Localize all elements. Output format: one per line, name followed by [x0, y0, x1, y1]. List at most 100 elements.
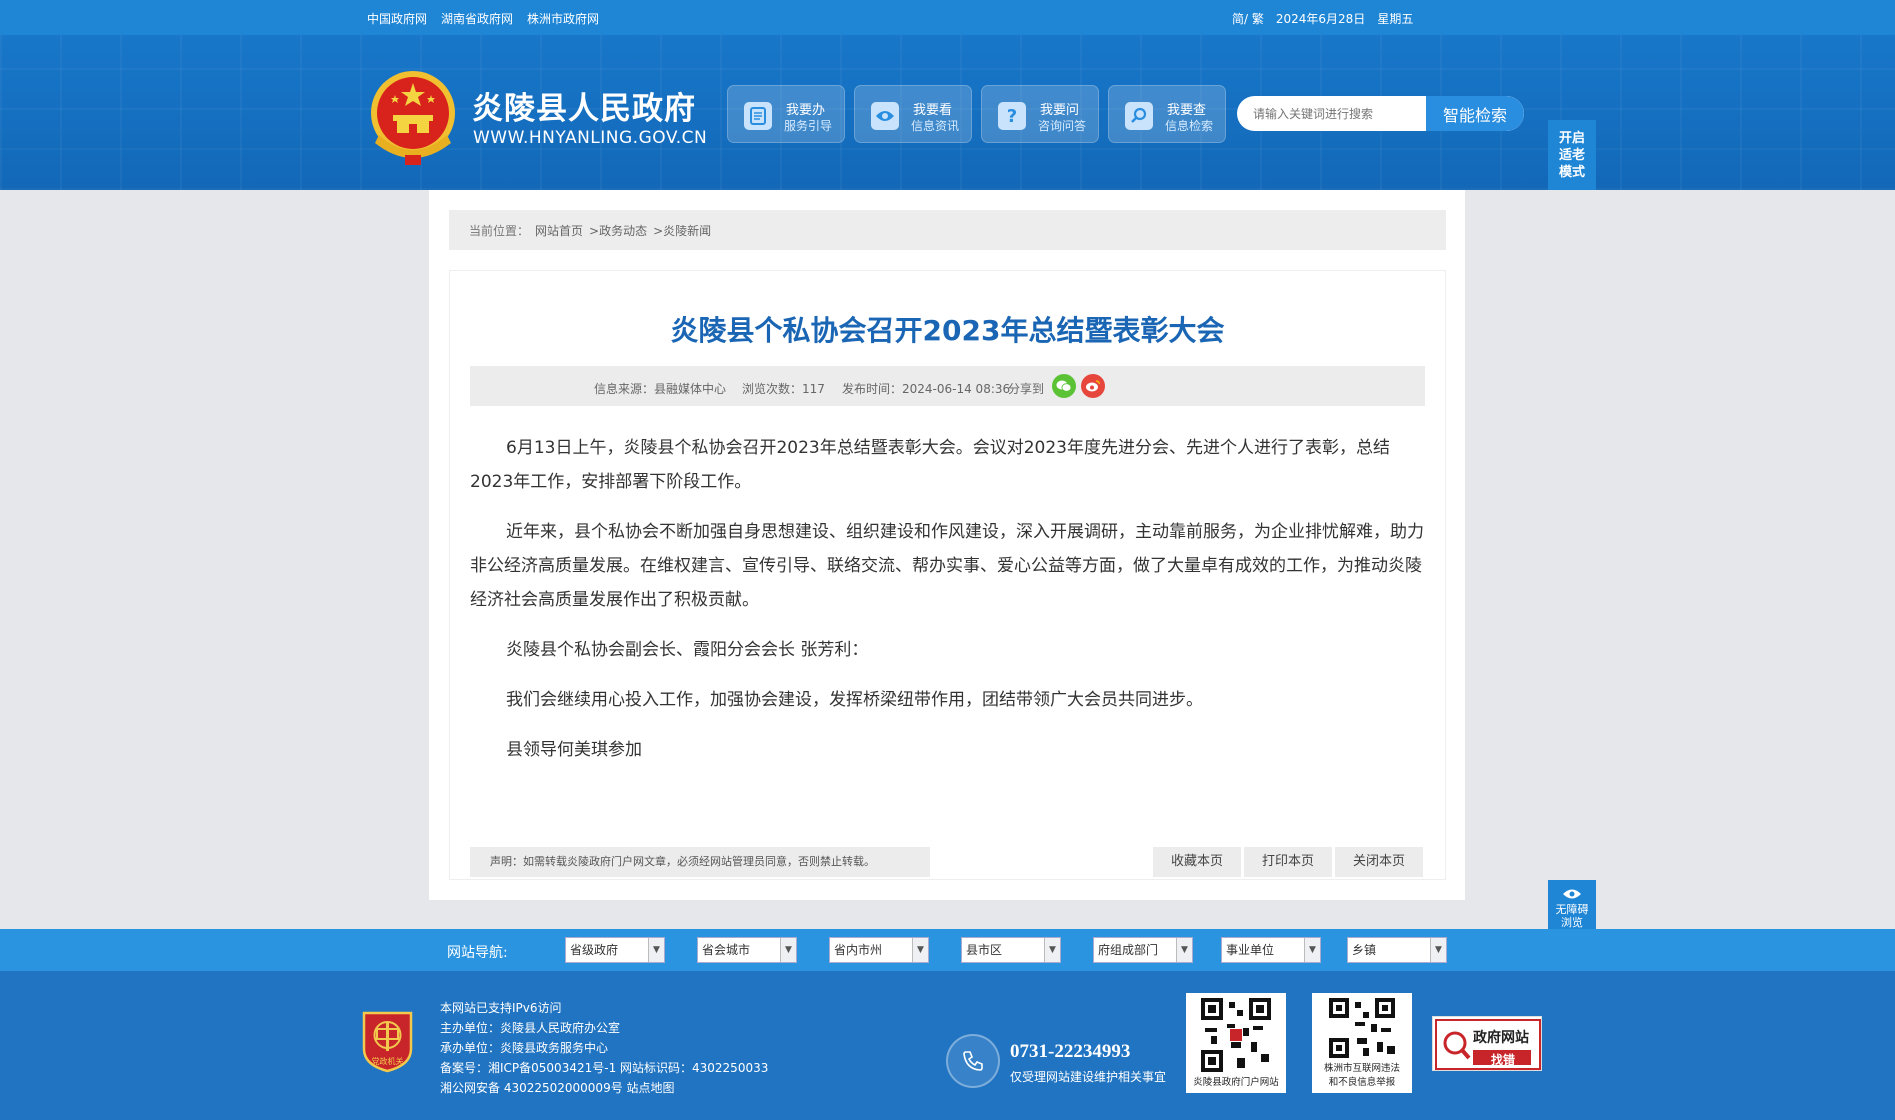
elder-mode-label: 适老	[1558, 148, 1585, 163]
search-input[interactable]	[1237, 96, 1427, 131]
service-apply-button[interactable]: 我要办 服务引导	[727, 85, 845, 143]
elder-mode-button[interactable]: 开启 适老 模式	[1548, 120, 1596, 190]
footer-nav-label: 网站导航:	[447, 945, 508, 961]
article-date: 发布时间：2024-06-14 08:36	[842, 382, 1011, 396]
select-value: 乡镇	[1352, 943, 1377, 957]
link-hunan-gov[interactable]: 湖南省政府网	[441, 10, 513, 27]
article-paragraph: 6月13日上午，炎陵县个私协会召开2023年总结暨表彰大会。会议对2023年度先…	[470, 438, 1390, 492]
breadcrumb: 当前位置： 网站首页 >政务动态 >炎陵新闻	[449, 210, 1446, 250]
service-view-button[interactable]: 我要看 信息资讯	[854, 85, 972, 143]
national-emblem-icon	[371, 71, 455, 165]
service-subtitle: 服务引导	[784, 119, 833, 133]
breadcrumb-affairs[interactable]: >政务动态	[589, 222, 647, 239]
service-subtitle: 信息资讯	[911, 119, 960, 133]
search-icon	[1125, 102, 1153, 130]
document-icon	[744, 102, 772, 130]
chevron-down-icon: ▼	[1304, 938, 1320, 962]
article-views: 浏览次数：117	[742, 382, 825, 396]
search-box: 智能检索	[1237, 96, 1524, 131]
site-title: 炎陵县人民政府	[472, 91, 696, 127]
header: 炎陵县人民政府 WWW.HNYANLING.GOV.CN 我要办 服务引导 我要…	[0, 35, 1895, 190]
chevron-down-icon: ▼	[648, 938, 664, 962]
qr-caption: 株洲市互联网违法 和不良信息举报	[1312, 1059, 1412, 1093]
bookmark-button[interactable]: 收藏本页	[1153, 847, 1241, 877]
footer-nav: 网站导航: 省级政府 ▼ 省会城市 ▼ 省内市州 ▼ 县市区 ▼ 府组成部门 ▼ 事业单位…	[0, 929, 1895, 971]
chevron-down-icon: ▼	[1044, 938, 1060, 962]
select-institutions[interactable]: 事业单位 ▼	[1221, 937, 1321, 963]
select-township[interactable]: 乡镇 ▼	[1347, 937, 1447, 963]
current-weekday: 星期五	[1377, 12, 1414, 26]
link-zhuzhou-gov[interactable]: 株洲市政府网	[527, 10, 599, 27]
accessibility-label: 无障碍	[1555, 903, 1589, 916]
elder-mode-label: 模式	[1558, 165, 1585, 180]
main-content: 当前位置： 网站首页 >政务动态 >炎陵新闻 炎陵县个私协会召开2023年总结暨…	[429, 190, 1465, 900]
footer: 党政机关 本网站已支持IPv6访问 主办单位：炎陵县人民政府办公室 承办单位：炎…	[0, 971, 1895, 1120]
chevron-down-icon: ▼	[912, 938, 928, 962]
select-capital-city[interactable]: 省会城市 ▼	[697, 937, 797, 963]
select-departments[interactable]: 府组成部门 ▼	[1093, 937, 1193, 963]
service-ask-button[interactable]: ? 我要问 咨询问答	[981, 85, 1099, 143]
eye-icon	[871, 102, 899, 130]
print-button[interactable]: 打印本页	[1244, 847, 1332, 877]
top-bar: 中国政府网 湖南省政府网 株洲市政府网 简/ 繁 2024年6月28日 星期五	[0, 0, 1895, 35]
article-paragraph: 县领导何美琪参加	[506, 740, 642, 760]
service-title: 我要看	[913, 103, 953, 118]
article-paragraph: 炎陵县个私协会副会长、霞阳分会会长 张芳利：	[506, 640, 869, 660]
qr-caption: 炎陵县政府门户网站	[1186, 1075, 1286, 1091]
service-title: 我要查	[1167, 103, 1207, 118]
weibo-share-icon[interactable]	[1081, 374, 1105, 398]
phone-icon	[946, 1034, 1000, 1088]
select-value: 省会城市	[702, 943, 751, 957]
service-subtitle: 信息检索	[1165, 119, 1214, 133]
wechat-share-icon[interactable]	[1052, 374, 1076, 398]
party-gov-badge-icon[interactable]: 党政机关	[360, 1009, 415, 1073]
service-search-button[interactable]: 我要查 信息检索	[1108, 85, 1226, 143]
chevron-down-icon: ▼	[1430, 938, 1446, 962]
find-error-title: 政府网站	[1473, 1030, 1529, 1046]
select-city[interactable]: 省内市州 ▼	[829, 937, 929, 963]
select-value: 事业单位	[1226, 943, 1275, 957]
chevron-down-icon: ▼	[780, 938, 796, 962]
chevron-down-icon: ▼	[1176, 938, 1192, 962]
select-value: 县市区	[966, 943, 1003, 957]
close-page-button[interactable]: 关闭本页	[1335, 847, 1423, 877]
current-date: 2024年6月28日	[1275, 12, 1366, 26]
breadcrumb-home[interactable]: 网站首页	[535, 222, 583, 239]
contact-phone: 0731-22234993	[1010, 1041, 1131, 1062]
service-title: 我要办	[786, 103, 826, 118]
top-links: 中国政府网 湖南省政府网 株洲市政府网	[367, 10, 599, 27]
site-domain: WWW.HNYANLING.GOV.CN	[473, 128, 708, 148]
article-title: 炎陵县个私协会召开2023年总结暨表彰大会	[670, 314, 1225, 347]
lang-switch[interactable]: 简/ 繁	[1232, 10, 1264, 27]
article-source: 信息来源：县融媒体中心	[594, 382, 727, 396]
find-error-label: 找错	[1491, 1053, 1516, 1067]
select-province-gov[interactable]: 省级政府 ▼	[565, 937, 665, 963]
select-value: 省级政府	[570, 943, 619, 957]
qr-caption-line: 和不良信息举报	[1328, 1077, 1396, 1088]
top-right: 简/ 繁 2024年6月28日 星期五	[1232, 10, 1413, 27]
badge-label: 党政机关	[372, 1056, 404, 1066]
find-error-button[interactable]: 政府网站 找错	[1432, 1016, 1542, 1071]
article-paragraph: 近年来，县个私协会不断加强自身思想建设、组织建设和作风建设，深入开展调研，主动靠…	[470, 522, 1424, 610]
qr-caption-line: 株洲市互联网违法	[1323, 1063, 1400, 1074]
select-value: 府组成部门	[1098, 943, 1159, 957]
reprint-notice: 声明：如需转载炎陵政府门户网文章，必须经网站管理员同意，否则禁止转载。	[470, 847, 930, 877]
footer-line: 承办单位：炎陵县政务服务中心	[440, 1041, 609, 1055]
eye-icon	[1563, 889, 1581, 899]
question-icon: ?	[998, 102, 1026, 130]
select-value: 省内市州	[834, 943, 883, 957]
search-button[interactable]: 智能检索	[1426, 96, 1524, 131]
footer-line: 主办单位：炎陵县人民政府办公室	[440, 1021, 621, 1035]
share-label: 分享到	[1008, 382, 1045, 396]
service-title: 我要问	[1040, 103, 1080, 118]
footer-info: 本网站已支持IPv6访问 主办单位：炎陵县人民政府办公室 承办单位：炎陵县政务服…	[440, 998, 768, 1098]
link-gov-cn[interactable]: 中国政府网	[367, 10, 427, 27]
breadcrumb-news[interactable]: >炎陵新闻	[653, 222, 711, 239]
footer-line: 本网站已支持IPv6访问	[440, 1001, 562, 1015]
elder-mode-label: 开启	[1558, 131, 1585, 146]
breadcrumb-label: 当前位置：	[469, 223, 530, 238]
article-body: 6月13日上午，炎陵县个私协会召开2023年总结暨表彰大会。会议对2023年度先…	[470, 431, 1425, 783]
footer-line: 备案号：湘ICP备05003421号-1 网站标识码：4302250033	[440, 1061, 769, 1075]
select-county[interactable]: 县市区 ▼	[961, 937, 1061, 963]
contact-phone-note: 仅受理网站建设维护相关事宜	[1010, 1070, 1167, 1084]
